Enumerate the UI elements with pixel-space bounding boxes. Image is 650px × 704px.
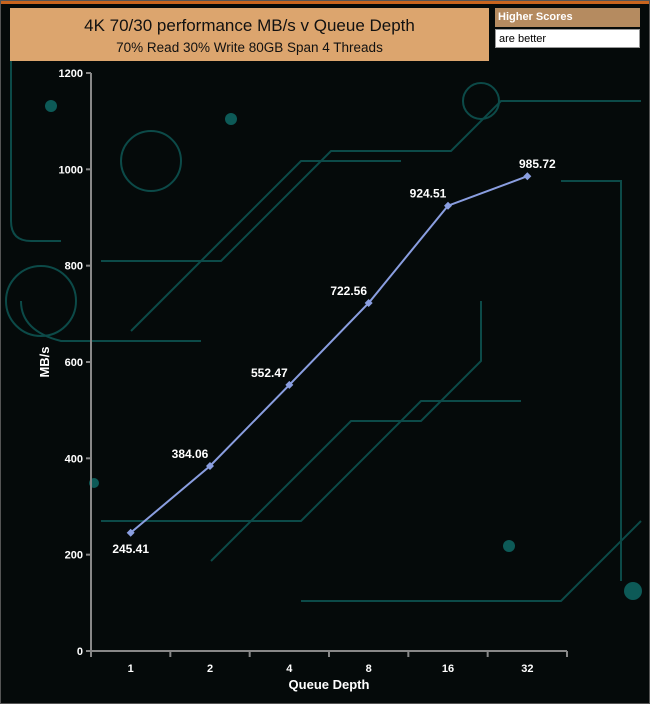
data-label: 245.41 xyxy=(112,542,149,556)
data-label: 384.06 xyxy=(172,447,209,461)
y-tick-label: 1000 xyxy=(59,164,83,176)
x-tick-label: 16 xyxy=(442,663,454,675)
y-axis-label: MB/s xyxy=(37,346,52,377)
series-line xyxy=(130,175,528,534)
x-tick-label: 4 xyxy=(286,663,293,675)
data-label: 985.72 xyxy=(519,157,556,171)
x-tick-label: 8 xyxy=(366,663,372,675)
y-tick-label: 400 xyxy=(65,453,83,465)
data-label: 722.56 xyxy=(330,284,367,298)
y-tick-label: 1200 xyxy=(59,68,83,80)
y-tick-label: 200 xyxy=(65,550,83,562)
y-tick-label: 800 xyxy=(65,261,83,273)
data-label: 552.47 xyxy=(251,366,288,380)
y-tick-label: 600 xyxy=(65,357,83,369)
plot-area: 0 200 400 600 800 1000 1200 1 2 4 8 16 32 Queue Depth… xyxy=(37,68,568,692)
y-tick-label: 0 xyxy=(77,646,83,658)
x-tick-label: 32 xyxy=(521,663,533,675)
x-axis-label: Queue Depth xyxy=(289,677,370,692)
x-tick-label: 2 xyxy=(207,663,213,675)
data-label: 924.51 xyxy=(410,187,447,201)
x-tick-label: 1 xyxy=(128,663,134,675)
data-point xyxy=(523,172,532,181)
chart: 4K 70/30 performance MB/s v Queue Depth … xyxy=(0,0,650,704)
